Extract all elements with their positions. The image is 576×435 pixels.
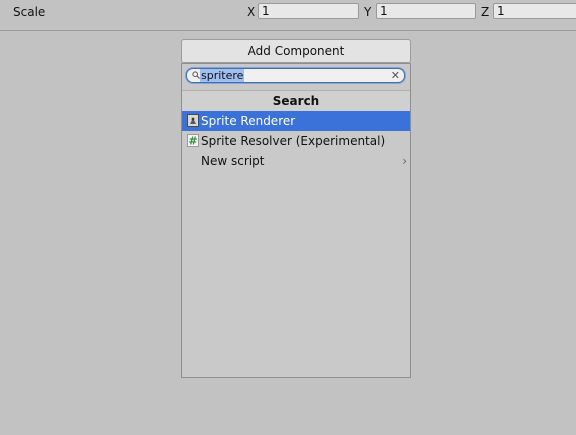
chevron-right-icon: ›	[402, 154, 407, 168]
search-header: Search	[182, 90, 410, 112]
add-component-popup: spritere ✕ Search Sprite Renderer # Spri…	[181, 63, 411, 378]
result-label: New script	[201, 154, 265, 168]
scale-z-field[interactable]: 1	[493, 3, 576, 19]
x-label[interactable]: X	[247, 5, 255, 19]
scale-label: Scale	[13, 5, 46, 19]
result-item-new-script[interactable]: New script ›	[182, 151, 410, 171]
svg-text:#: #	[188, 135, 197, 148]
result-item-sprite-resolver[interactable]: # Sprite Resolver (Experimental)	[182, 131, 410, 151]
result-label: Sprite Renderer	[201, 114, 296, 128]
component-search-input[interactable]: spritere ✕	[186, 68, 405, 83]
clear-search-icon[interactable]: ✕	[391, 69, 400, 82]
scale-x-field[interactable]: 1	[258, 3, 359, 19]
add-component-button[interactable]: Add Component	[181, 39, 411, 63]
y-label[interactable]: Y	[364, 5, 371, 19]
sprite-renderer-icon	[187, 114, 199, 127]
search-query-text[interactable]: spritere	[200, 69, 245, 82]
search-icon	[192, 71, 200, 79]
result-item-sprite-renderer[interactable]: Sprite Renderer	[182, 111, 410, 131]
scale-y-field[interactable]: 1	[376, 3, 476, 19]
script-hash-icon: #	[187, 134, 199, 147]
result-label: Sprite Resolver (Experimental)	[201, 134, 386, 148]
z-label[interactable]: Z	[481, 5, 489, 19]
scale-row: Scale X 1 Y 1 Z 1	[0, 0, 576, 26]
inspector-divider	[0, 30, 576, 31]
